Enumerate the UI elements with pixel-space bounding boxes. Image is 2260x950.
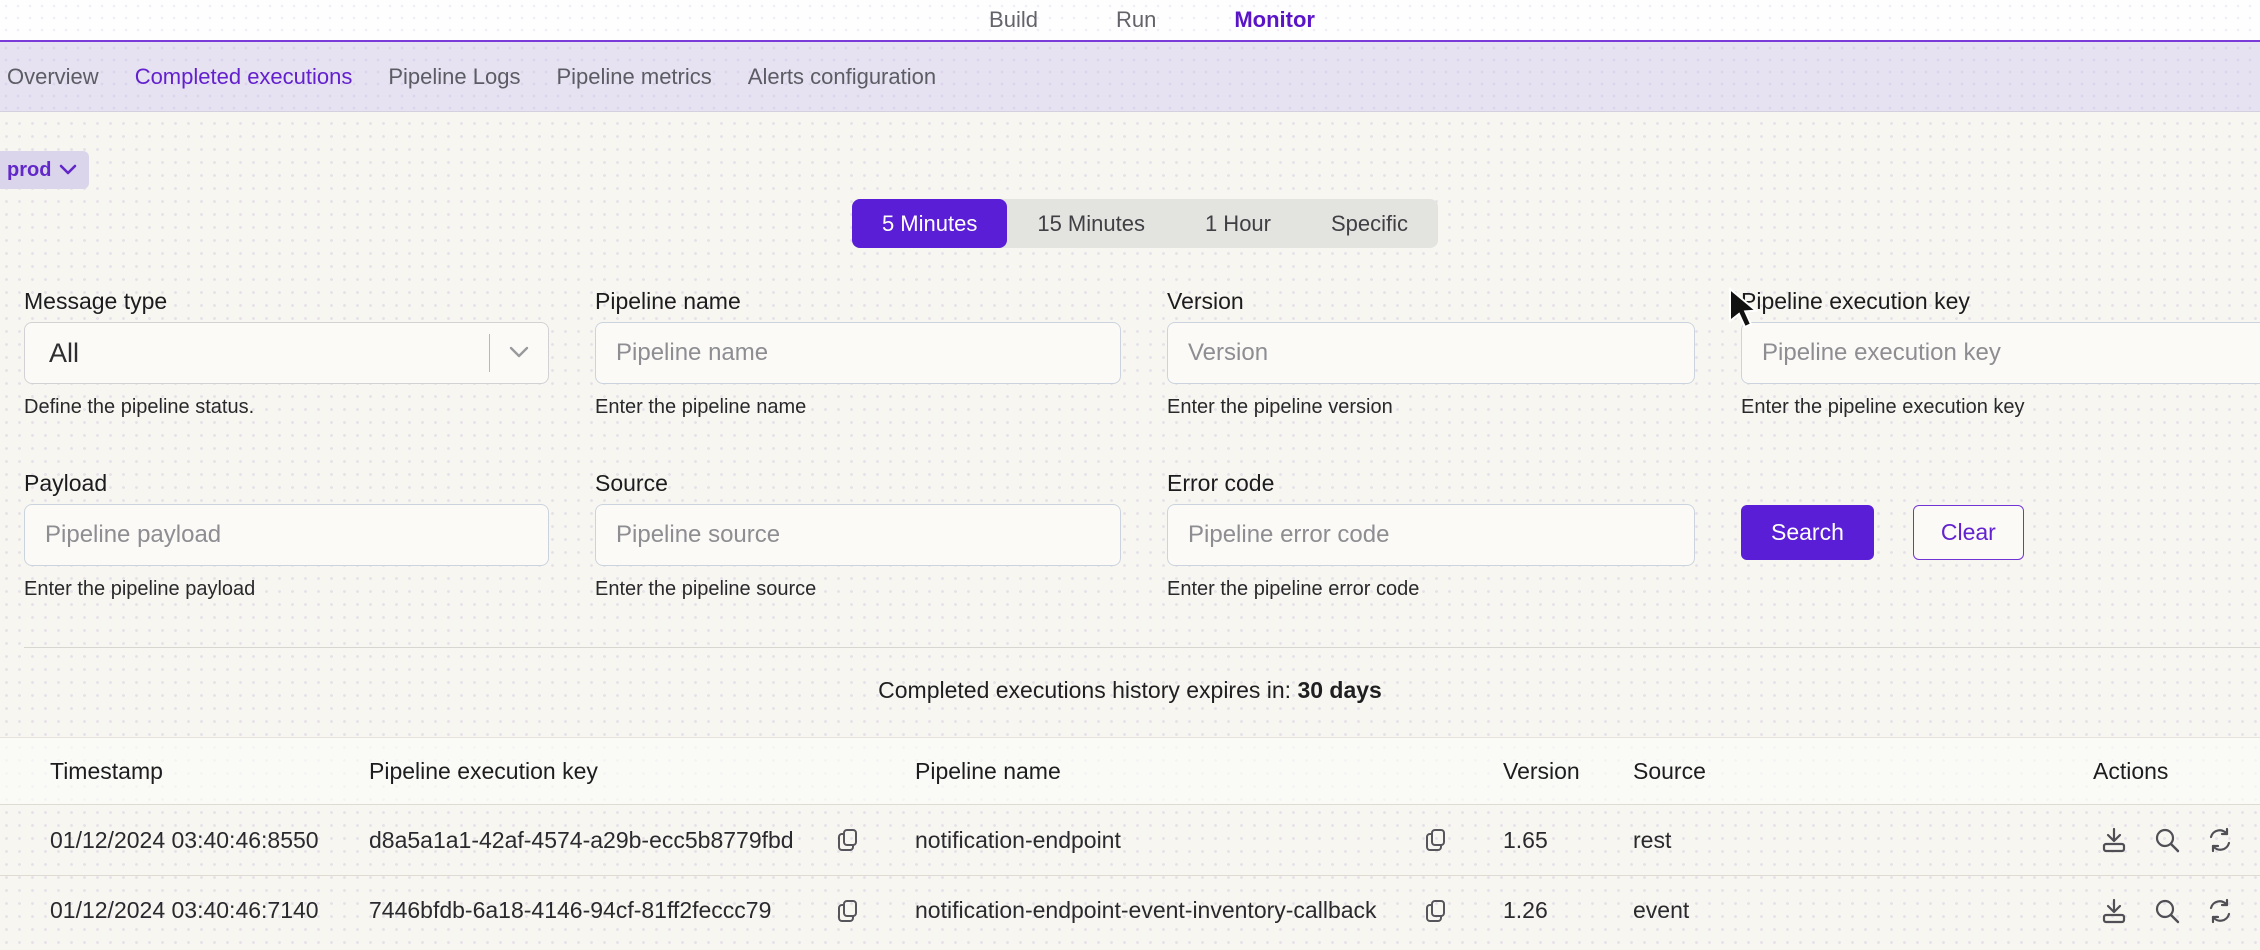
section-divider (24, 647, 2260, 648)
pipeline-name-value: notification-endpoint-event-inventory-ca… (915, 897, 1377, 924)
execution-key-input[interactable] (1741, 322, 2260, 384)
execution-key-field: Pipeline execution key Enter the pipelin… (1741, 288, 2260, 419)
col-header-version: Version (1503, 758, 1633, 785)
pipeline-name-field: Pipeline name Enter the pipeline name (595, 288, 1121, 419)
time-5-minutes-button[interactable]: 5 Minutes (852, 199, 1007, 248)
table-row: 01/12/2024 03:40:46:7140 7446bfdb-6a18-4… (0, 875, 2260, 945)
cell-source: event (1633, 897, 2093, 924)
tab-build[interactable]: Build (989, 7, 1038, 33)
pipeline-name-input[interactable] (595, 322, 1121, 384)
version-label: Version (1167, 288, 1695, 315)
source-input[interactable] (595, 504, 1121, 566)
tab-run[interactable]: Run (1116, 7, 1156, 33)
completed-executions-page: prod 5 Minutes 15 Minutes 1 Hour Specifi… (0, 112, 2260, 945)
payload-field: Payload Enter the pipeline payload (24, 470, 549, 601)
search-details-icon[interactable] (2152, 825, 2182, 855)
subnav-pipeline-metrics[interactable]: Pipeline metrics (556, 64, 711, 90)
message-type-value: All (49, 338, 79, 369)
cell-execution-key: d8a5a1a1-42af-4574-a29b-ecc5b8779fbd (369, 827, 915, 854)
select-divider (489, 334, 490, 372)
cell-source: rest (1633, 827, 2093, 854)
subnav-completed-executions[interactable]: Completed executions (135, 64, 353, 90)
source-label: Source (595, 470, 1121, 497)
expiry-note-days: 30 days (1297, 677, 1381, 703)
time-15-minutes-button[interactable]: 15 Minutes (1007, 199, 1175, 248)
cell-version: 1.26 (1503, 897, 1633, 924)
source-helper: Enter the pipeline source (595, 578, 1121, 601)
message-type-field: Message type All Define the pipeline sta… (24, 288, 549, 419)
cell-timestamp: 01/12/2024 03:40:46:7140 (50, 897, 369, 924)
filters-form: Message type All Define the pipeline sta… (24, 288, 2260, 601)
message-type-helper: Define the pipeline status. (24, 396, 549, 419)
source-field: Source Enter the pipeline source (595, 470, 1121, 601)
execution-key-helper: Enter the pipeline execution key (1741, 396, 2260, 419)
version-input[interactable] (1167, 322, 1695, 384)
chevron-down-icon (508, 345, 530, 359)
rerun-icon[interactable] (2205, 896, 2235, 926)
time-1-hour-button[interactable]: 1 Hour (1175, 199, 1301, 248)
col-header-execution-key: Pipeline execution key (369, 758, 915, 785)
environment-selector[interactable]: prod (0, 151, 89, 189)
subnav-pipeline-logs[interactable]: Pipeline Logs (388, 64, 520, 90)
execution-key-value: d8a5a1a1-42af-4574-a29b-ecc5b8779fbd (369, 827, 794, 854)
error-code-input[interactable] (1167, 504, 1695, 566)
top-navigation: Build Run Monitor (0, 0, 2260, 42)
cell-pipeline-name: notification-endpoint-event-inventory-ca… (915, 897, 1503, 924)
error-code-helper: Enter the pipeline error code (1167, 578, 1695, 601)
executions-table: Timestamp Pipeline execution key Pipelin… (0, 737, 2260, 945)
subnav-overview[interactable]: Overview (7, 64, 99, 90)
error-code-label: Error code (1167, 470, 1695, 497)
chevron-down-icon (59, 164, 77, 176)
cell-version: 1.65 (1503, 827, 1633, 854)
message-type-label: Message type (24, 288, 549, 315)
subnav-alerts-configuration[interactable]: Alerts configuration (748, 64, 936, 90)
search-button[interactable]: Search (1741, 505, 1874, 560)
col-header-actions: Actions (2093, 758, 2260, 785)
pipeline-name-helper: Enter the pipeline name (595, 396, 1121, 419)
error-code-field: Error code Enter the pipeline error code (1167, 470, 1695, 601)
pipeline-name-label: Pipeline name (595, 288, 1121, 315)
col-header-timestamp: Timestamp (50, 758, 369, 785)
expiry-note-text: Completed executions history expires in: (878, 677, 1297, 703)
clear-button[interactable]: Clear (1913, 505, 2024, 560)
pipeline-name-value: notification-endpoint (915, 827, 1121, 854)
cell-pipeline-name: notification-endpoint (915, 827, 1503, 854)
time-specific-button[interactable]: Specific (1301, 199, 1438, 248)
payload-label: Payload (24, 470, 549, 497)
copy-icon[interactable] (835, 827, 861, 853)
monitor-subnav: Overview Completed executions Pipeline L… (0, 42, 2260, 112)
rerun-icon[interactable] (2205, 825, 2235, 855)
download-icon[interactable] (2099, 896, 2129, 926)
tab-monitor[interactable]: Monitor (1234, 7, 1315, 33)
time-range-segments: 5 Minutes 15 Minutes 1 Hour Specific (852, 199, 1438, 248)
expiry-note: Completed executions history expires in:… (0, 677, 2260, 704)
table-header-row: Timestamp Pipeline execution key Pipelin… (0, 737, 2260, 805)
cell-timestamp: 01/12/2024 03:40:46:8550 (50, 827, 369, 854)
search-details-icon[interactable] (2152, 896, 2182, 926)
copy-icon[interactable] (1423, 827, 1449, 853)
version-helper: Enter the pipeline version (1167, 396, 1695, 419)
version-field: Version Enter the pipeline version (1167, 288, 1695, 419)
download-icon[interactable] (2099, 825, 2129, 855)
time-range-filter: 5 Minutes 15 Minutes 1 Hour Specific (15, 199, 2260, 248)
filter-actions: Search Clear (1741, 470, 2260, 601)
copy-icon[interactable] (835, 898, 861, 924)
message-type-select[interactable]: All (24, 322, 549, 384)
environment-label: prod (7, 159, 51, 182)
payload-input[interactable] (24, 504, 549, 566)
cell-actions (2093, 825, 2260, 855)
cell-execution-key: 7446bfdb-6a18-4146-94cf-81ff2feccc79 (369, 897, 915, 924)
col-header-source: Source (1633, 758, 2093, 785)
cell-actions (2093, 896, 2260, 926)
col-header-pipeline-name: Pipeline name (915, 758, 1503, 785)
execution-key-label: Pipeline execution key (1741, 288, 2260, 315)
execution-key-value: 7446bfdb-6a18-4146-94cf-81ff2feccc79 (369, 897, 771, 924)
copy-icon[interactable] (1423, 898, 1449, 924)
payload-helper: Enter the pipeline payload (24, 578, 549, 601)
table-row: 01/12/2024 03:40:46:8550 d8a5a1a1-42af-4… (0, 805, 2260, 875)
